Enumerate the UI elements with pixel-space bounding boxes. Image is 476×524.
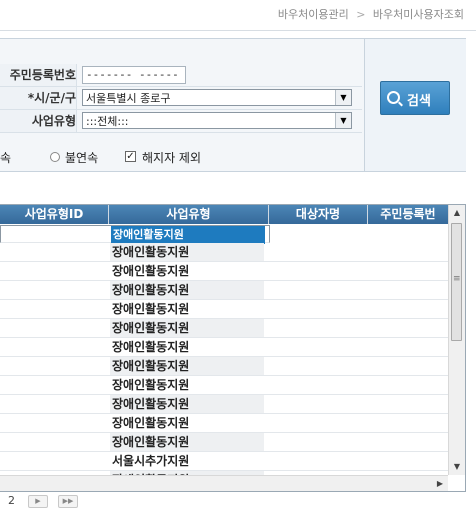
table-row[interactable]: 장애인활동지원 [0,281,448,300]
biztype-cell: 장애인활동지원 [112,378,190,392]
scroll-up-icon[interactable]: ▲ [449,205,465,221]
table-row[interactable]: 장애인활동지원 [0,433,448,452]
col-header-ssn[interactable]: 주민등록번 [368,205,448,224]
region-row: *시/군/구 서울특별시 종로구 ▼ [0,87,362,110]
grid-header: 사업유형ID 사업유형 대상자명 주민등록번 [0,205,448,224]
table-row[interactable]: 장애인활동지원 [0,338,448,357]
search-panel: 주민등록번호 ------- -------- *시/군/구 서울특별시 종로구… [0,38,466,172]
biztype-row: 사업유형 :::전체::: ▼ [0,110,362,133]
table-row[interactable]: 장애인활동지원 [0,357,448,376]
search-button-label: 검색 [407,93,431,108]
exclude-cancelled-label: 해지자 제외 [142,151,202,165]
next-page-icon[interactable]: ▶ [28,495,48,508]
biztype-cell: 서울시추가지원 [112,454,190,468]
table-row[interactable]: 장애인활동지원 [0,376,448,395]
biztype-select[interactable]: :::전체::: ▼ [82,112,352,129]
biztype-cell: 장애인활동지원 [110,433,264,451]
biztype-cell: 장애인활동지원 [110,357,264,375]
biztype-cell: 장애인활동지원 [112,264,190,278]
chevron-down-icon[interactable]: ▼ [335,113,351,128]
table-row[interactable]: 장애인활동지원 [0,262,448,281]
ssn-row: 주민등록번호 ------- -------- [0,64,362,97]
horizontal-scrollbar[interactable]: ▶ [0,475,448,491]
result-grid: 사업유형ID 사업유형 대상자명 주민등록번 장애인활동지원 장애인활동지원 장애인… [0,204,466,492]
biztype-cell: 장애인활동지원 [110,243,264,261]
scroll-right-icon[interactable]: ▶ [432,476,448,491]
breadcrumb-item-voucher-usage[interactable]: 바우처이용관리 [278,8,349,21]
table-row[interactable]: 장애인활동지원 [0,300,448,319]
search-form: 주민등록번호 ------- -------- *시/군/구 서울특별시 종로구… [0,64,362,133]
noncontinuous-radio[interactable] [50,152,60,162]
col-header-name[interactable]: 대상자명 [269,205,368,224]
biztype-cell: 장애인활동지원 [110,395,264,413]
ssn-label: 주민등록번호 [0,64,77,86]
breadcrumb-separator: > [356,8,366,21]
table-row[interactable]: 장애인활동지원 [0,243,448,262]
ssn-input[interactable]: ------- -------- [82,66,186,97]
page-number[interactable]: 2 [8,494,15,507]
option-partial-label: 속 [0,151,12,165]
scroll-thumb[interactable] [451,223,462,341]
col-header-biztype-id[interactable]: 사업유형ID [0,205,109,224]
search-button-area: 검색 [364,39,466,171]
table-row[interactable]: 장애인활동지원 [0,395,448,414]
biztype-select-value: :::전체::: [86,115,129,128]
biztype-cell: 장애인활동지원 [110,281,264,299]
biztype-cell: 장애인활동지원 [112,416,190,430]
chevron-down-icon[interactable]: ▼ [335,90,351,105]
region-select-value: 서울특별시 종로구 [86,92,171,105]
scroll-down-icon[interactable]: ▼ [449,459,465,475]
breadcrumb-item-unused-search: 바우처미사용자조회 [372,8,464,21]
biztype-cell: 장애인활동지원 [111,226,265,244]
search-button[interactable]: 검색 [380,81,450,115]
search-options: 속 불연속 ✓ 해지자 제외 [0,148,362,166]
region-label: *시/군/구 [0,87,77,109]
table-row[interactable]: 장애인활동지원 [0,414,448,433]
exclude-cancelled-checkbox[interactable]: ✓ [125,151,136,162]
table-row[interactable]: 장애인활동지원 [0,225,270,244]
noncontinuous-label: 불연속 [65,151,99,165]
region-select[interactable]: 서울특별시 종로구 ▼ [82,89,352,106]
last-page-icon[interactable]: ▶▶ [58,495,78,508]
biztype-cell: 장애인활동지원 [112,302,190,316]
biztype-cell: 장애인활동지원 [112,340,190,354]
vertical-scrollbar[interactable]: ▲ ▼ [448,205,465,475]
table-row[interactable]: 서울시추가지원 [0,452,448,471]
biztype-label: 사업유형 [0,110,77,132]
biztype-cell: 장애인활동지원 [110,319,264,337]
col-header-biztype[interactable]: 사업유형 [109,205,269,224]
breadcrumb: 바우처이용관리 > 바우처미사용자조회 [278,6,464,22]
grid-body: 장애인활동지원 장애인활동지원 장애인활동지원 장애인활동지원 장애인활동지원 장애인활동… [0,225,448,475]
table-row[interactable]: 장애인활동지원 [0,319,448,338]
magnifier-icon [387,91,400,104]
header-divider [0,30,476,31]
